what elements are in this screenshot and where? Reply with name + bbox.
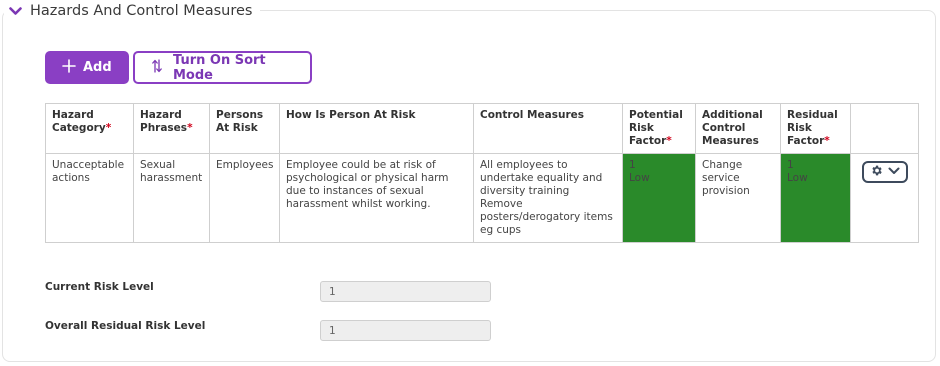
col-persons-at-risk[interactable]: Persons At Risk (209, 103, 280, 154)
table-header-row: Hazard Category* Hazard Phrases* Persons… (45, 103, 919, 154)
col-how-at-risk[interactable]: How Is Person At Risk (279, 103, 474, 154)
col-residual-risk[interactable]: Residual Risk Factor* (780, 103, 851, 154)
section-title: Hazards And Control Measures (30, 3, 253, 19)
cell-potential-risk: 1 Low (622, 153, 696, 243)
sort-mode-button[interactable]: Turn On Sort Mode (133, 51, 312, 84)
add-button-label: Add (83, 60, 112, 75)
row-actions-button[interactable] (861, 161, 908, 183)
gear-icon (870, 164, 883, 181)
residual-risk-level: Low (787, 172, 808, 184)
potential-risk-level: Low (629, 172, 650, 184)
cell-control-measures: All employees to undertake equality and … (473, 153, 623, 243)
control-measure-item: All employees to undertake equality and … (480, 159, 603, 197)
sort-arrows-icon (151, 58, 163, 78)
plus-icon (62, 58, 76, 77)
control-measure-item: Remove posters/derogatory items eg cups (480, 198, 613, 236)
col-hazard-phrases[interactable]: Hazard Phrases* (133, 103, 210, 154)
col-actions (850, 103, 919, 154)
current-risk-label: Current Risk Level (45, 281, 154, 293)
residual-risk-value: 1 (787, 159, 794, 171)
chevron-down-icon[interactable] (8, 4, 22, 18)
required-marker: * (105, 122, 112, 134)
col-potential-risk[interactable]: Potential Risk Factor* (622, 103, 696, 154)
cell-residual-risk: 1 Low (780, 153, 851, 243)
sort-mode-label: Turn On Sort Mode (173, 52, 266, 83)
required-marker: * (666, 135, 672, 147)
current-risk-field[interactable]: 1 (320, 281, 491, 302)
required-marker: * (187, 122, 193, 134)
overall-residual-field[interactable]: 1 (320, 320, 491, 341)
cell-how-at-risk: Employee could be at risk of psychologic… (279, 153, 474, 243)
chevron-down-icon (888, 166, 900, 179)
required-marker: * (824, 135, 830, 147)
section-header[interactable]: Hazards And Control Measures (4, 0, 261, 22)
potential-risk-value: 1 (629, 159, 636, 171)
cell-additional-controls: Change service provision (695, 153, 781, 243)
cell-actions (850, 153, 919, 243)
cell-persons-at-risk: Employees (209, 153, 280, 243)
cell-hazard-category: Unacceptable actions (45, 153, 134, 243)
col-hazard-category[interactable]: Hazard Category* (45, 103, 134, 154)
col-additional-controls[interactable]: Additional Control Measures (695, 103, 781, 154)
add-button[interactable]: Add (45, 51, 129, 84)
hazards-table: Hazard Category* Hazard Phrases* Persons… (45, 103, 919, 243)
overall-residual-label: Overall Residual Risk Level (45, 320, 206, 332)
cell-hazard-phrases: Sexual harassment (133, 153, 210, 243)
col-control-measures[interactable]: Control Measures (473, 103, 623, 154)
table-row[interactable]: Unacceptable actions Sexual harassment E… (45, 153, 919, 243)
